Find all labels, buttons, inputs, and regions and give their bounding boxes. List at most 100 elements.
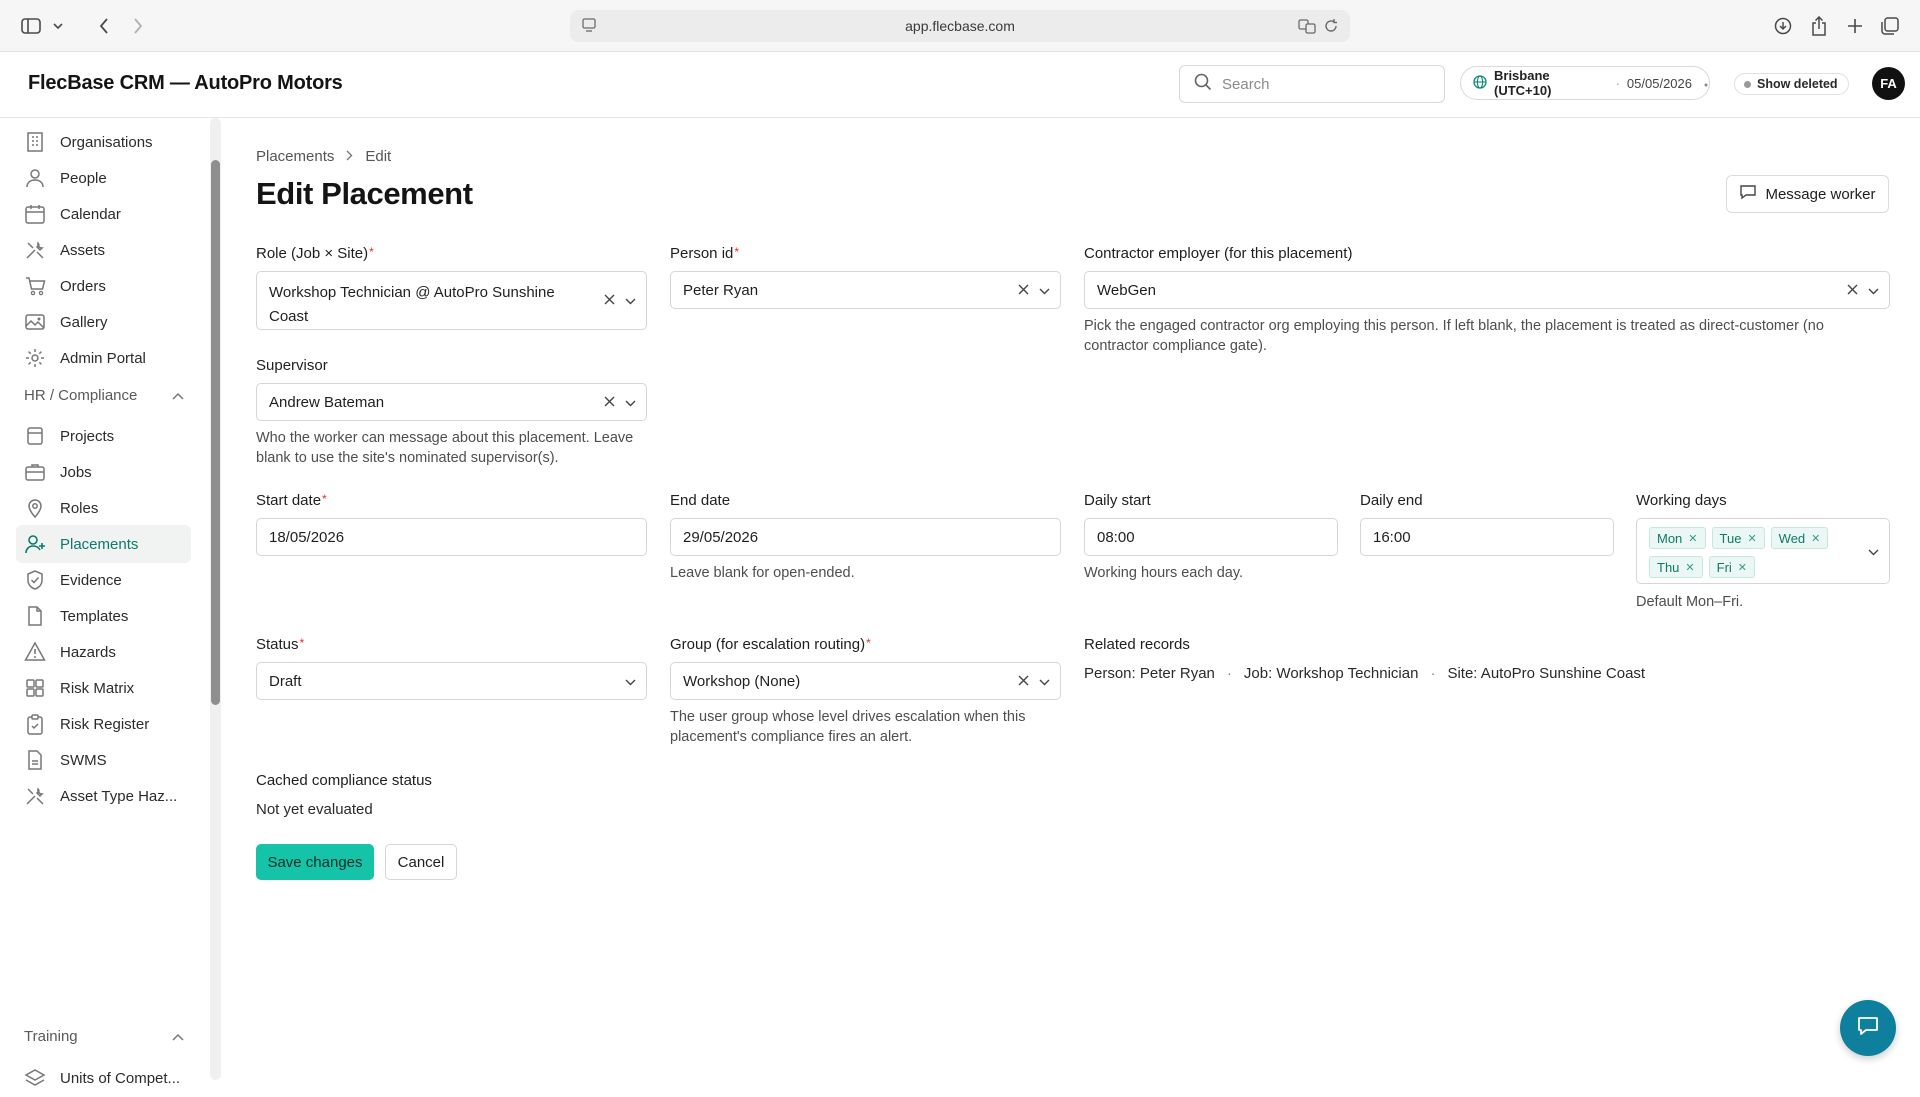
person-label-text: Person id: [670, 245, 734, 262]
remove-chip-icon[interactable]: ✕: [1688, 532, 1697, 545]
sidebar-item-projects[interactable]: Projects: [16, 417, 191, 455]
section-hr-compliance[interactable]: HR / Compliance: [24, 383, 184, 407]
shield-check-icon: [27, 570, 43, 590]
section-training[interactable]: Training: [24, 1024, 184, 1048]
sidebar-item-label: People: [60, 169, 107, 187]
start-date-value: 18/05/2026: [269, 528, 345, 546]
role-label: Role (Job × Site)*: [256, 245, 374, 262]
chevron-down-icon[interactable]: [1039, 673, 1050, 690]
tabs-overview-icon[interactable]: [1879, 12, 1901, 40]
chevron-down-icon[interactable]: [1868, 543, 1879, 560]
timezone-separator: ·: [1615, 75, 1620, 91]
avatar[interactable]: FA: [1872, 67, 1905, 100]
clear-icon[interactable]: [1018, 282, 1029, 299]
search-input[interactable]: [1222, 75, 1422, 93]
sidebar-toggle-icon[interactable]: [18, 12, 44, 40]
clear-icon[interactable]: [604, 289, 615, 313]
sidebar-item-label: Jobs: [60, 463, 92, 481]
sidebar-item-calendar[interactable]: Calendar: [16, 195, 191, 233]
sidebar-item-swms[interactable]: SWMS: [16, 741, 191, 779]
remove-chip-icon[interactable]: ✕: [1738, 561, 1747, 574]
sidebar-item-gallery[interactable]: Gallery: [16, 303, 191, 341]
sidebar-item-units-of-competency[interactable]: Units of Compet...: [16, 1059, 191, 1097]
message-worker-button[interactable]: Message worker: [1726, 175, 1889, 213]
sidebar-item-roles[interactable]: Roles: [16, 489, 191, 527]
cached-status-value: Not yet evaluated: [256, 801, 373, 818]
page-settings-icon[interactable]: [582, 18, 596, 37]
share-icon[interactable]: [1808, 12, 1830, 40]
sidebar-item-risk-register[interactable]: Risk Register: [16, 705, 191, 743]
chevron-down-icon[interactable]: [625, 394, 636, 411]
breadcrumb-placements[interactable]: Placements: [256, 148, 334, 165]
chat-bubble-icon: [1739, 184, 1757, 204]
new-tab-icon[interactable]: [1844, 12, 1866, 40]
url-bar[interactable]: app.flecbase.com: [570, 10, 1350, 42]
chevron-down-icon[interactable]: [50, 12, 66, 40]
chevron-down-icon[interactable]: [625, 673, 636, 690]
daily-end-input[interactable]: 16:00: [1360, 518, 1614, 556]
forward-icon[interactable]: [128, 12, 148, 40]
back-icon[interactable]: [94, 12, 114, 40]
chevron-down-icon[interactable]: [625, 289, 636, 313]
clear-icon[interactable]: [1018, 673, 1029, 690]
status-select[interactable]: Draft: [256, 662, 647, 700]
sidebar-item-label: Risk Register: [60, 715, 150, 733]
sidebar-item-risk-matrix[interactable]: Risk Matrix: [16, 669, 191, 707]
remove-chip-icon[interactable]: ✕: [1747, 532, 1756, 545]
remove-chip-icon[interactable]: ✕: [1685, 561, 1694, 574]
group-select[interactable]: Workshop (None): [670, 662, 1061, 700]
person-select[interactable]: Peter Ryan: [670, 271, 1061, 309]
contractor-help: Pick the engaged contractor org employin…: [1084, 318, 1824, 354]
sidebar-item-assets[interactable]: Assets: [16, 231, 191, 269]
related-site-link[interactable]: Site: AutoPro Sunshine Coast: [1447, 665, 1645, 682]
related-person-link[interactable]: Person: Peter Ryan: [1084, 665, 1215, 682]
sidebar-item-label: SWMS: [60, 751, 107, 769]
translate-icon[interactable]: [1298, 18, 1316, 37]
chat-button[interactable]: [1840, 1000, 1896, 1056]
chevron-down-icon[interactable]: [1868, 282, 1879, 299]
image-icon: [25, 314, 45, 330]
search-box[interactable]: [1179, 65, 1445, 103]
clear-icon[interactable]: [604, 394, 615, 411]
daily-start-input[interactable]: 08:00: [1084, 518, 1338, 556]
sidebar-scrollbar-thumb[interactable]: [211, 160, 220, 705]
daily-start-help: Working hours each day.: [1084, 565, 1244, 581]
related-separator: ·: [1430, 665, 1436, 682]
sidebar-item-hazards[interactable]: Hazards: [16, 633, 191, 671]
clear-icon[interactable]: [1847, 282, 1858, 299]
sidebar-item-admin-portal[interactable]: Admin Portal: [16, 339, 191, 377]
sidebar-item-organisations[interactable]: Organisations: [16, 123, 191, 161]
related-job-link[interactable]: Job: Workshop Technician: [1244, 665, 1419, 682]
required-marker: *: [322, 492, 327, 506]
supervisor-select[interactable]: Andrew Bateman: [256, 383, 647, 421]
chip-label: Mon: [1657, 530, 1683, 546]
show-deleted-toggle[interactable]: Show deleted: [1734, 73, 1849, 95]
timezone-selector[interactable]: Brisbane (UTC+10) · 05/05/2026: [1460, 66, 1710, 100]
sidebar-item-templates[interactable]: Templates: [16, 597, 191, 635]
contractor-select[interactable]: WebGen: [1084, 271, 1890, 309]
sidebar-item-placements[interactable]: Placements: [16, 525, 191, 563]
sidebar-item-people[interactable]: People: [16, 159, 191, 197]
start-date-input[interactable]: 18/05/2026: [256, 518, 647, 556]
document-icon: [28, 606, 42, 626]
cancel-button[interactable]: Cancel: [385, 844, 457, 880]
sidebar-item-label: Units of Compet...: [60, 1069, 181, 1087]
sidebar-item-label: Calendar: [60, 205, 121, 223]
end-date-input[interactable]: 29/05/2026: [670, 518, 1061, 556]
sidebar-item-asset-type-hazards[interactable]: Asset Type Haz...: [16, 777, 191, 815]
working-days-select[interactable]: Mon ✕ Tue ✕ Wed ✕ Thu ✕ Fri ✕: [1636, 518, 1890, 584]
role-value-line1: Workshop Technician @ AutoPro Sunshine: [269, 284, 555, 301]
sidebar-item-jobs[interactable]: Jobs: [16, 453, 191, 491]
required-marker: *: [734, 245, 740, 259]
required-marker: *: [369, 245, 374, 259]
file-icon: [28, 750, 42, 770]
save-button[interactable]: Save changes: [256, 844, 374, 880]
sidebar-item-orders[interactable]: Orders: [16, 267, 191, 305]
download-icon[interactable]: [1772, 12, 1794, 40]
current-date: 05/05/2026: [1626, 75, 1692, 91]
sidebar-item-evidence[interactable]: Evidence: [16, 561, 191, 599]
role-select[interactable]: Workshop Technician @ AutoPro Sunshine C…: [256, 271, 647, 330]
remove-chip-icon[interactable]: ✕: [1811, 532, 1820, 545]
reload-icon[interactable]: [1324, 18, 1338, 37]
chevron-down-icon[interactable]: [1039, 282, 1050, 299]
